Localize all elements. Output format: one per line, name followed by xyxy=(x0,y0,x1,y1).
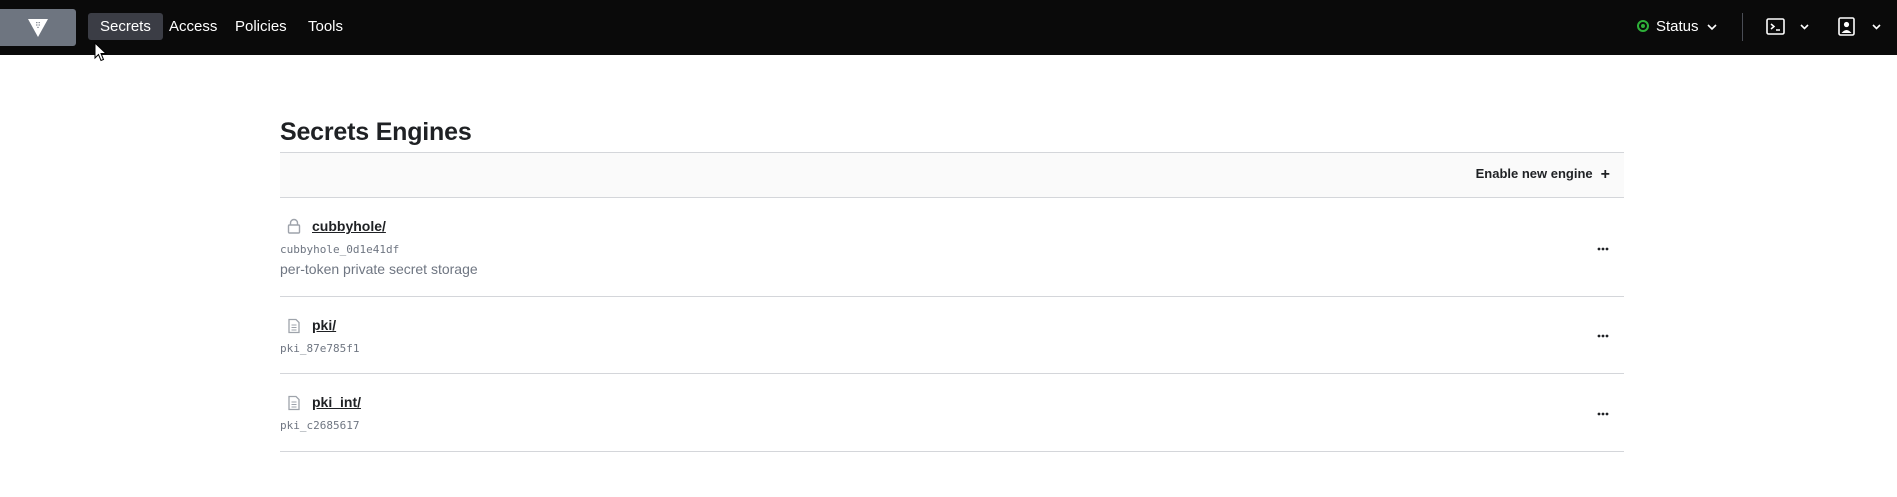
secrets-toolbar: Enable new engine + xyxy=(280,152,1624,198)
vault-logo-icon xyxy=(28,19,48,37)
enable-new-engine-label: Enable new engine xyxy=(1475,166,1593,181)
ellipsis-icon xyxy=(1597,334,1609,338)
nav-item-access[interactable]: Access xyxy=(157,13,229,40)
status-dot-icon xyxy=(1637,20,1649,32)
vault-home-button[interactable] xyxy=(0,9,76,46)
list-item[interactable]: pki_int/ pki_c2685617 xyxy=(280,374,1624,452)
user-icon xyxy=(1838,17,1855,36)
engine-accessor: pki_c2685617 xyxy=(280,419,360,432)
user-menu-button[interactable] xyxy=(1838,15,1882,39)
more-options-button[interactable] xyxy=(1592,329,1614,343)
chevron-down-icon xyxy=(1707,24,1717,31)
engine-path-link[interactable]: pki_int/ xyxy=(312,394,361,410)
engine-accessor: cubbyhole_0d1e41df xyxy=(280,243,400,256)
enable-new-engine-button[interactable]: Enable new engine + xyxy=(1476,166,1610,184)
page-title: Secrets Engines xyxy=(280,118,472,146)
engine-path-link[interactable]: cubbyhole/ xyxy=(312,218,386,234)
engine-accessor: pki_87e785f1 xyxy=(280,342,360,355)
nav-item-tools[interactable]: Tools xyxy=(296,13,355,40)
plus-icon: + xyxy=(1600,166,1610,183)
lock-icon xyxy=(287,218,301,234)
engine-description: per-token private secret storage xyxy=(280,261,478,277)
file-icon xyxy=(288,395,300,411)
terminal-icon xyxy=(1766,18,1785,35)
nav-divider xyxy=(1742,13,1743,41)
list-item[interactable]: cubbyhole/ cubbyhole_0d1e41df per-token … xyxy=(280,198,1624,297)
chevron-down-icon xyxy=(1800,24,1809,30)
nav-item-policies[interactable]: Policies xyxy=(223,13,299,40)
ellipsis-icon xyxy=(1597,247,1609,251)
chevron-down-icon xyxy=(1872,24,1881,30)
top-navigation-bar: Secrets Access Policies Tools Status xyxy=(0,0,1897,55)
nav-item-secrets[interactable]: Secrets xyxy=(88,13,163,40)
list-item[interactable]: pki/ pki_87e785f1 xyxy=(280,297,1624,374)
engine-path-link[interactable]: pki/ xyxy=(312,317,336,333)
file-icon xyxy=(288,318,300,334)
mouse-cursor-icon xyxy=(94,42,108,62)
ellipsis-icon xyxy=(1597,412,1609,416)
more-options-button[interactable] xyxy=(1592,407,1614,421)
console-toggle-button[interactable] xyxy=(1766,15,1810,39)
more-options-button[interactable] xyxy=(1592,242,1614,256)
status-menu-button[interactable]: Status xyxy=(1637,13,1732,41)
status-label: Status xyxy=(1656,18,1699,35)
